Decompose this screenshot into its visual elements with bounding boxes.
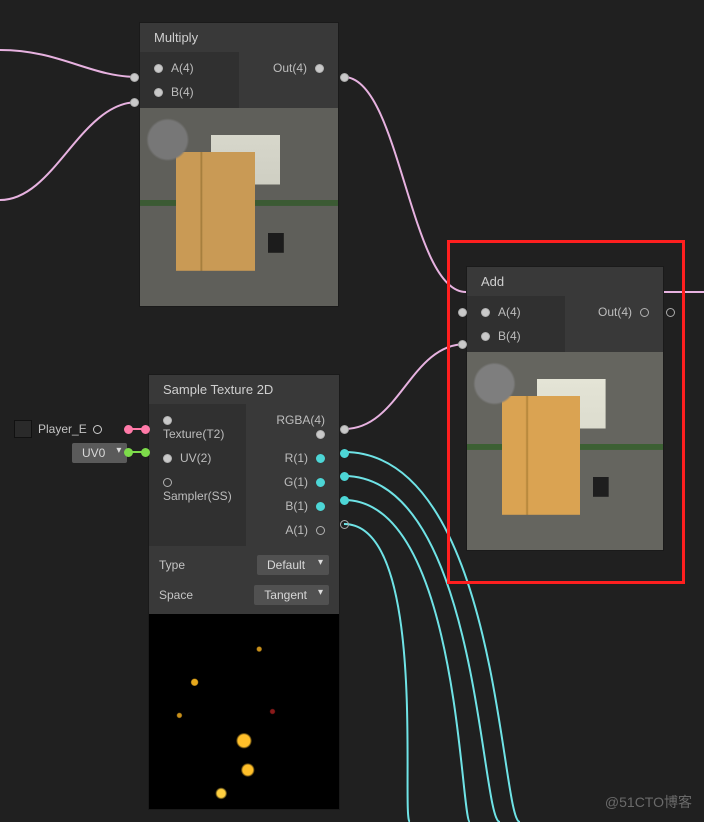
node-title[interactable]: Add (467, 267, 663, 296)
texture-input-widget[interactable]: Player_E (14, 420, 102, 438)
port-out-output[interactable]: Out(4) (239, 56, 338, 80)
add-node[interactable]: Add A(4) B(4) Out(4) (466, 266, 664, 551)
port-sampler-input[interactable]: Sampler(SS) (149, 470, 246, 508)
port-uv-input[interactable]: UV(2) (149, 446, 246, 470)
type-label: Type (159, 558, 257, 572)
sample-r-ext-port[interactable] (340, 449, 349, 458)
port-r-output[interactable]: R(1) (246, 446, 339, 470)
add-b-ext-port[interactable] (458, 340, 467, 349)
port-texture-input[interactable]: Texture(T2) (149, 408, 246, 446)
port-out-output[interactable]: Out(4) (565, 300, 663, 324)
node-title[interactable]: Multiply (140, 23, 338, 52)
texture-swatch[interactable] (14, 420, 32, 438)
multiply-node[interactable]: Multiply A(4) B(4) Out(4) (139, 22, 339, 307)
port-b-output[interactable]: B(1) (246, 494, 339, 518)
add-out-ext-port[interactable] (666, 308, 675, 317)
sample-texture-in-port[interactable] (141, 425, 150, 434)
port-b-input[interactable]: B(4) (140, 80, 239, 104)
sample-b-ext-port[interactable] (340, 496, 349, 505)
uv-out-port[interactable] (124, 448, 133, 457)
uv-input-widget[interactable]: UV0 (72, 443, 127, 463)
node-preview (149, 614, 339, 809)
watermark: @51CTO博客 (605, 792, 692, 812)
type-dropdown[interactable]: Default (257, 555, 329, 575)
port-g-output[interactable]: G(1) (246, 470, 339, 494)
node-preview (140, 108, 338, 306)
multiply-out-ext-port[interactable] (340, 73, 349, 82)
texture-name: Player_E (38, 422, 87, 436)
space-label: Space (159, 588, 254, 602)
port-a-output[interactable]: A(1) (246, 518, 339, 542)
port-b-input[interactable]: B(4) (467, 324, 565, 348)
sample-texture-2d-node[interactable]: Sample Texture 2D Texture(T2) UV(2) Samp… (148, 374, 340, 810)
sample-uv-in-port[interactable] (141, 448, 150, 457)
texture-out-port[interactable] (124, 425, 133, 434)
sample-rgba-ext-port[interactable] (340, 425, 349, 434)
texture-picker-icon[interactable] (93, 425, 102, 434)
node-preview (467, 352, 663, 550)
port-rgba-output[interactable]: RGBA(4) (246, 408, 339, 446)
multiply-b-ext-port[interactable] (130, 98, 139, 107)
port-a-input[interactable]: A(4) (140, 56, 239, 80)
uv-dropdown[interactable]: UV0 (72, 443, 127, 463)
node-title[interactable]: Sample Texture 2D (149, 375, 339, 404)
add-a-ext-port[interactable] (458, 308, 467, 317)
sample-a-ext-port[interactable] (340, 520, 349, 529)
space-dropdown[interactable]: Tangent (254, 585, 329, 605)
sample-g-ext-port[interactable] (340, 472, 349, 481)
multiply-a-ext-port[interactable] (130, 73, 139, 82)
port-a-input[interactable]: A(4) (467, 300, 565, 324)
